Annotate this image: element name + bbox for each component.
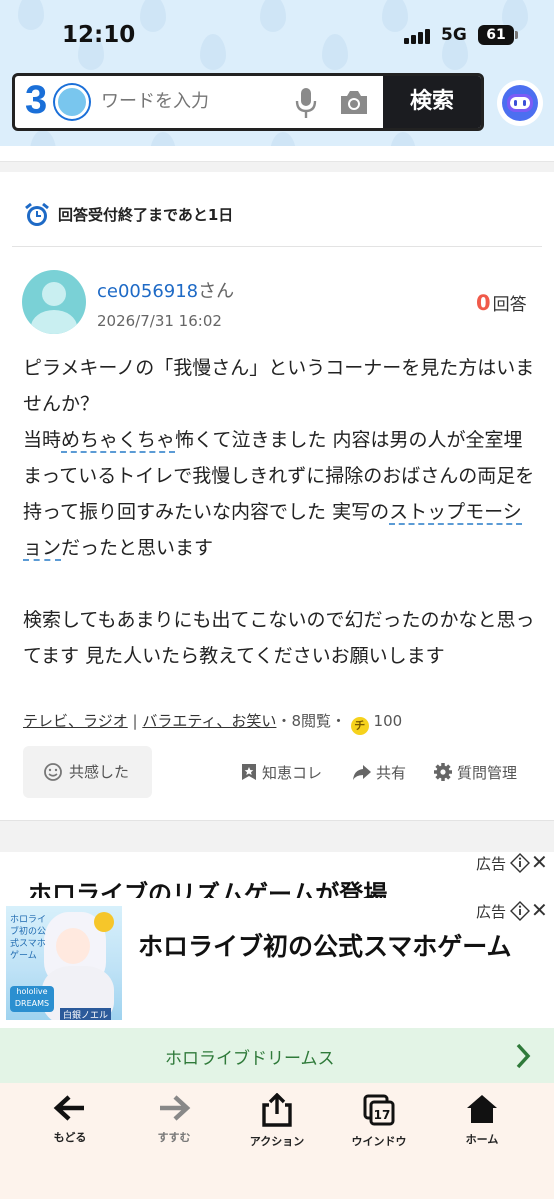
user-suffix: さん <box>198 281 235 302</box>
text-segment: だったと思います <box>61 537 214 559</box>
nav-label: ウインドウ <box>351 1135 407 1148</box>
logo-text: 3 <box>25 78 48 122</box>
nav-label: ホーム <box>465 1133 499 1146</box>
question-meta: テレビ、ラジオ | バラエティ、お笑い・8閲覧・ チ 100 <box>23 710 402 735</box>
bottom-nav: もどる すすむ アクション 17 ウインドウ ホーム <box>0 1083 554 1199</box>
nav-windows[interactable]: 17 ウインドウ <box>339 1093 419 1153</box>
empathy-button[interactable]: 共感した <box>23 746 152 798</box>
answer-count-number: 0 <box>476 291 491 315</box>
nav-label: すすむ <box>157 1131 191 1144</box>
forward-arrow-icon <box>160 1095 191 1121</box>
nav-label: もどる <box>53 1131 87 1144</box>
coin-amount: 100 <box>373 712 403 730</box>
user-id[interactable]: ce0056918 <box>97 281 198 302</box>
nav-forward[interactable]: すすむ <box>134 1093 214 1153</box>
logo-character <box>55 85 89 119</box>
answer-count-label: 回答 <box>492 295 527 315</box>
nav-back[interactable]: もどる <box>30 1093 110 1153</box>
view-count: ・8閲覧・ <box>276 712 346 730</box>
answer-count: 0 回答 <box>476 290 527 315</box>
gear-icon <box>434 763 452 781</box>
ad-banner[interactable]: 広告 ✕ ホロライブのリズムゲームが登場 <box>0 852 554 898</box>
user-avatar[interactable] <box>22 270 86 334</box>
assistant-bot-button[interactable] <box>497 80 543 126</box>
bookmark-icon <box>242 764 256 780</box>
share-arrow-icon <box>353 765 371 780</box>
close-icon[interactable]: ✕ <box>531 852 548 874</box>
status-time: 12:10 <box>62 22 136 48</box>
signal-icon <box>404 28 434 44</box>
empathy-label: 共感した <box>69 763 130 781</box>
decor-drop <box>150 132 176 146</box>
save-button[interactable]: 知恵コレ <box>240 762 322 783</box>
header: 12:10 5G 61 3 検索 <box>0 0 554 146</box>
keyword-link[interactable]: めちゃくちゃ <box>61 429 176 453</box>
category-link[interactable]: バラエティ、お笑い <box>142 712 276 730</box>
nav-action[interactable]: アクション <box>237 1093 317 1153</box>
question-body: ピラメキーノの「我慢さん」というコーナーを見た方はいませんか？ 当時めちゃくちゃ… <box>23 350 535 674</box>
home-icon <box>467 1095 497 1123</box>
decor-drop <box>30 130 56 146</box>
question-paragraph: 検索してもあまりにも出てこないので幻だったのかなと思ってます 見た人いたら教えて… <box>23 609 535 667</box>
coin-icon: チ <box>350 717 369 735</box>
post-date: 2026/7/31 16:02 <box>97 312 222 330</box>
ad-label: 広告 <box>476 855 507 873</box>
window-count: 17 <box>374 1108 391 1122</box>
ad-cta-bar[interactable]: ホロライブドリームス <box>0 1028 554 1083</box>
share-icon <box>262 1093 292 1127</box>
ad-image-logo: hololive DREAMS <box>10 986 54 1012</box>
battery-cap <box>515 31 518 39</box>
divider <box>12 246 542 247</box>
nav-home[interactable]: ホーム <box>442 1093 522 1153</box>
category-link[interactable]: テレビ、ラジオ <box>23 712 128 730</box>
share-button[interactable]: 共有 <box>352 762 406 783</box>
chevron-right-icon <box>516 1043 531 1069</box>
search-bar: 3 検索 <box>12 73 484 131</box>
search-button[interactable]: 検索 <box>383 76 481 128</box>
site-logo[interactable]: 3 <box>23 78 93 125</box>
nav-label: アクション <box>249 1135 305 1148</box>
ad-label: 広告 <box>476 903 507 921</box>
ad-image-name: 白銀ノエル <box>60 1008 112 1020</box>
ad-image-text: ホロライブ初の公式スマホゲーム <box>10 915 47 961</box>
decor-drop <box>390 132 416 146</box>
category-separator: | <box>132 712 138 730</box>
user-name[interactable]: ce0056918さん <box>97 277 234 303</box>
info-icon[interactable] <box>510 901 530 921</box>
decor-drop <box>270 132 296 146</box>
ad-cta-text[interactable]: ホロライブドリームス <box>165 1044 335 1069</box>
smile-icon <box>44 763 62 781</box>
ad-image[interactable]: ホロライブ初の公式スマホゲーム hololive DREAMS 白銀ノエル <box>6 906 122 1020</box>
windows-icon: 17 <box>363 1094 395 1126</box>
network-type: 5G <box>441 25 467 45</box>
ad-card[interactable]: 広告 ✕ ホロライブ初の公式スマホゲーム hololive DREAMS 白銀ノ… <box>0 898 554 1028</box>
separator <box>0 820 554 852</box>
deadline-text: 回答受付終了まであと1日 <box>58 206 234 224</box>
question-paragraph: 当時めちゃくちゃ怖くて泣きました 内容は男の人が全室埋まっているトイレで我慢しき… <box>23 422 535 566</box>
text-segment: 当時 <box>23 429 62 451</box>
battery-icon: 61 <box>478 25 514 45</box>
bot-icon <box>502 85 538 121</box>
alarm-clock-icon <box>25 202 49 226</box>
status-bar: 12:10 5G 61 <box>0 22 554 54</box>
search-input[interactable] <box>101 91 281 112</box>
manage-question-button[interactable]: 質問管理 <box>433 762 517 783</box>
microphone-icon[interactable] <box>295 87 317 119</box>
ad-title[interactable]: ホロライブ初の公式スマホゲーム <box>138 928 518 965</box>
save-label: 知恵コレ <box>262 764 323 782</box>
separator <box>0 146 554 162</box>
close-icon[interactable]: ✕ <box>531 898 548 922</box>
camera-icon[interactable] <box>339 88 369 116</box>
back-arrow-icon <box>53 1095 84 1121</box>
info-icon[interactable] <box>510 853 530 873</box>
manage-label: 質問管理 <box>457 764 518 782</box>
separator <box>0 162 554 172</box>
question-paragraph: ピラメキーノの「我慢さん」というコーナーを見た方はいませんか？ <box>23 357 535 415</box>
share-label: 共有 <box>376 764 407 782</box>
ad-title: ホロライブのリズムゲームが登場 <box>28 880 388 898</box>
